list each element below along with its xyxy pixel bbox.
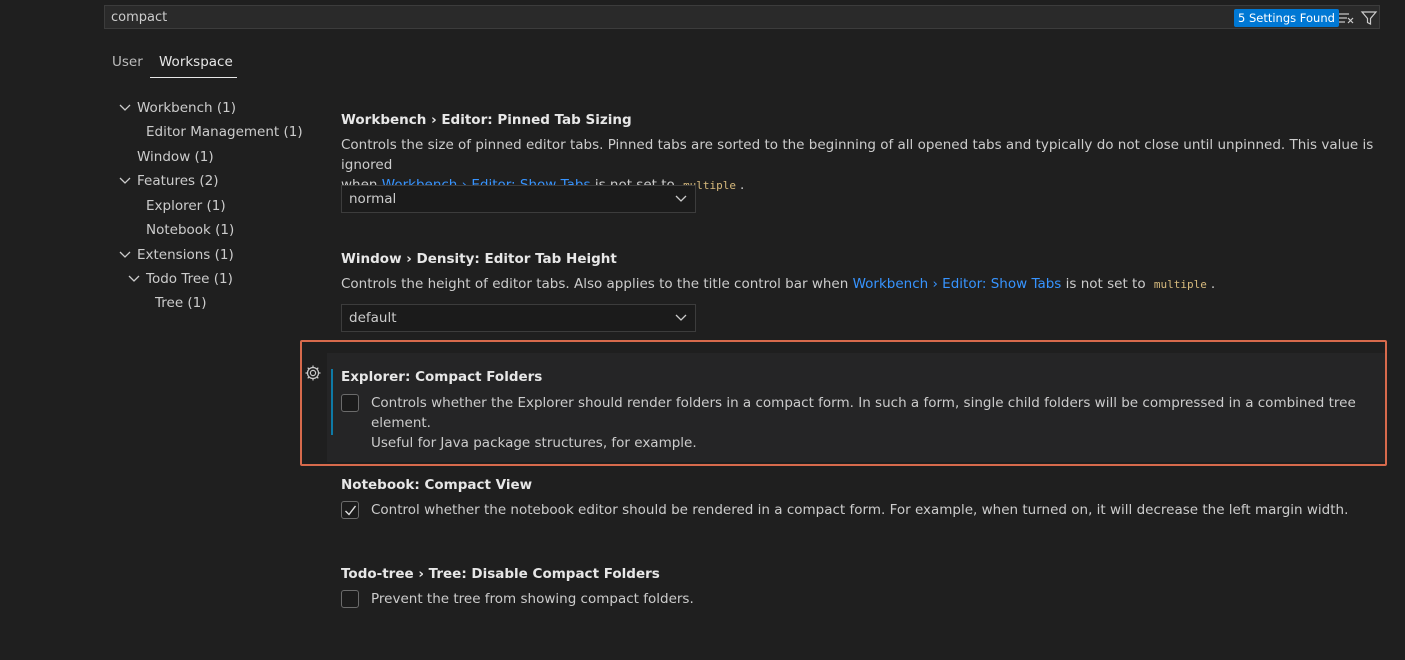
setting-description-editor-tab-height: Controls the height of editor tabs. Also… [341,274,1391,295]
toc-item-explorer[interactable]: Explorer (1) [146,198,226,214]
description-text: . [740,177,745,193]
chevron-down-icon[interactable] [119,176,131,186]
todo-disable-compact-checkbox[interactable] [341,590,359,608]
toc-item-todo-tree[interactable]: Todo Tree (1) [146,271,233,287]
editor-tab-height-dropdown[interactable]: default [341,304,696,332]
toc-item-window[interactable]: Window (1) [137,149,214,165]
chevron-down-icon [675,314,687,321]
dropdown-value: normal [349,191,397,207]
toc-item-editor-management[interactable]: Editor Management (1) [146,124,303,140]
setting-title-pinned-tab-sizing: Workbench › Editor: Pinned Tab Sizing [341,112,632,128]
show-tabs-setting-link[interactable]: Workbench › Editor: Show Tabs [853,276,1062,292]
description-text: Controls the height of editor tabs. Also… [341,276,849,292]
tab-workspace[interactable]: Workspace [159,54,233,70]
setting-description-compact-folders: Controls whether the Explorer should ren… [371,393,1381,453]
modified-indicator [331,369,333,435]
settings-search-box[interactable]: compact 5 Settings Found [104,5,1380,29]
inline-code: multiple [1153,278,1207,291]
search-input[interactable]: compact [111,10,167,25]
description-text: is not set to [1065,276,1146,292]
tab-user[interactable]: User [112,54,143,70]
chevron-down-icon[interactable] [119,250,131,260]
toc-item-notebook[interactable]: Notebook (1) [146,222,234,238]
chevron-down-icon[interactable] [119,103,131,113]
setting-title-editor-tab-height: Window › Density: Editor Tab Height [341,251,617,267]
gear-icon[interactable] [304,364,322,382]
results-count-badge: 5 Settings Found [1234,9,1339,27]
toc-item-features[interactable]: Features (2) [137,173,218,189]
filter-icon[interactable] [1359,8,1379,28]
compact-folders-checkbox[interactable] [341,394,359,412]
description-line: Controls the size of pinned editor tabs.… [341,137,1374,173]
description-text: . [1210,276,1216,292]
clear-filter-icon[interactable] [1336,8,1356,28]
dropdown-value: default [349,310,397,326]
toc-item-extensions[interactable]: Extensions (1) [137,247,234,263]
setting-title-compact-folders: Explorer: Compact Folders [341,369,543,385]
active-tab-indicator [150,77,237,78]
description-line: Useful for Java package structures, for … [371,435,697,451]
check-icon [345,505,357,516]
chevron-down-icon[interactable] [128,274,140,284]
setting-description-todo-disable-compact: Prevent the tree from showing compact fo… [371,591,694,607]
toc-item-workbench[interactable]: Workbench (1) [137,100,236,116]
toc-item-tree[interactable]: Tree (1) [155,295,207,311]
chevron-down-icon [675,195,687,202]
setting-description-notebook-compact-view: Control whether the notebook editor shou… [371,502,1349,518]
setting-title-notebook-compact-view: Notebook: Compact View [341,477,533,493]
notebook-compact-view-checkbox[interactable] [341,501,359,519]
pinned-tab-sizing-dropdown[interactable]: normal [341,185,696,213]
setting-title-todo-disable-compact: Todo-tree › Tree: Disable Compact Folder… [341,566,660,582]
description-line: Controls whether the Explorer should ren… [371,395,1356,431]
